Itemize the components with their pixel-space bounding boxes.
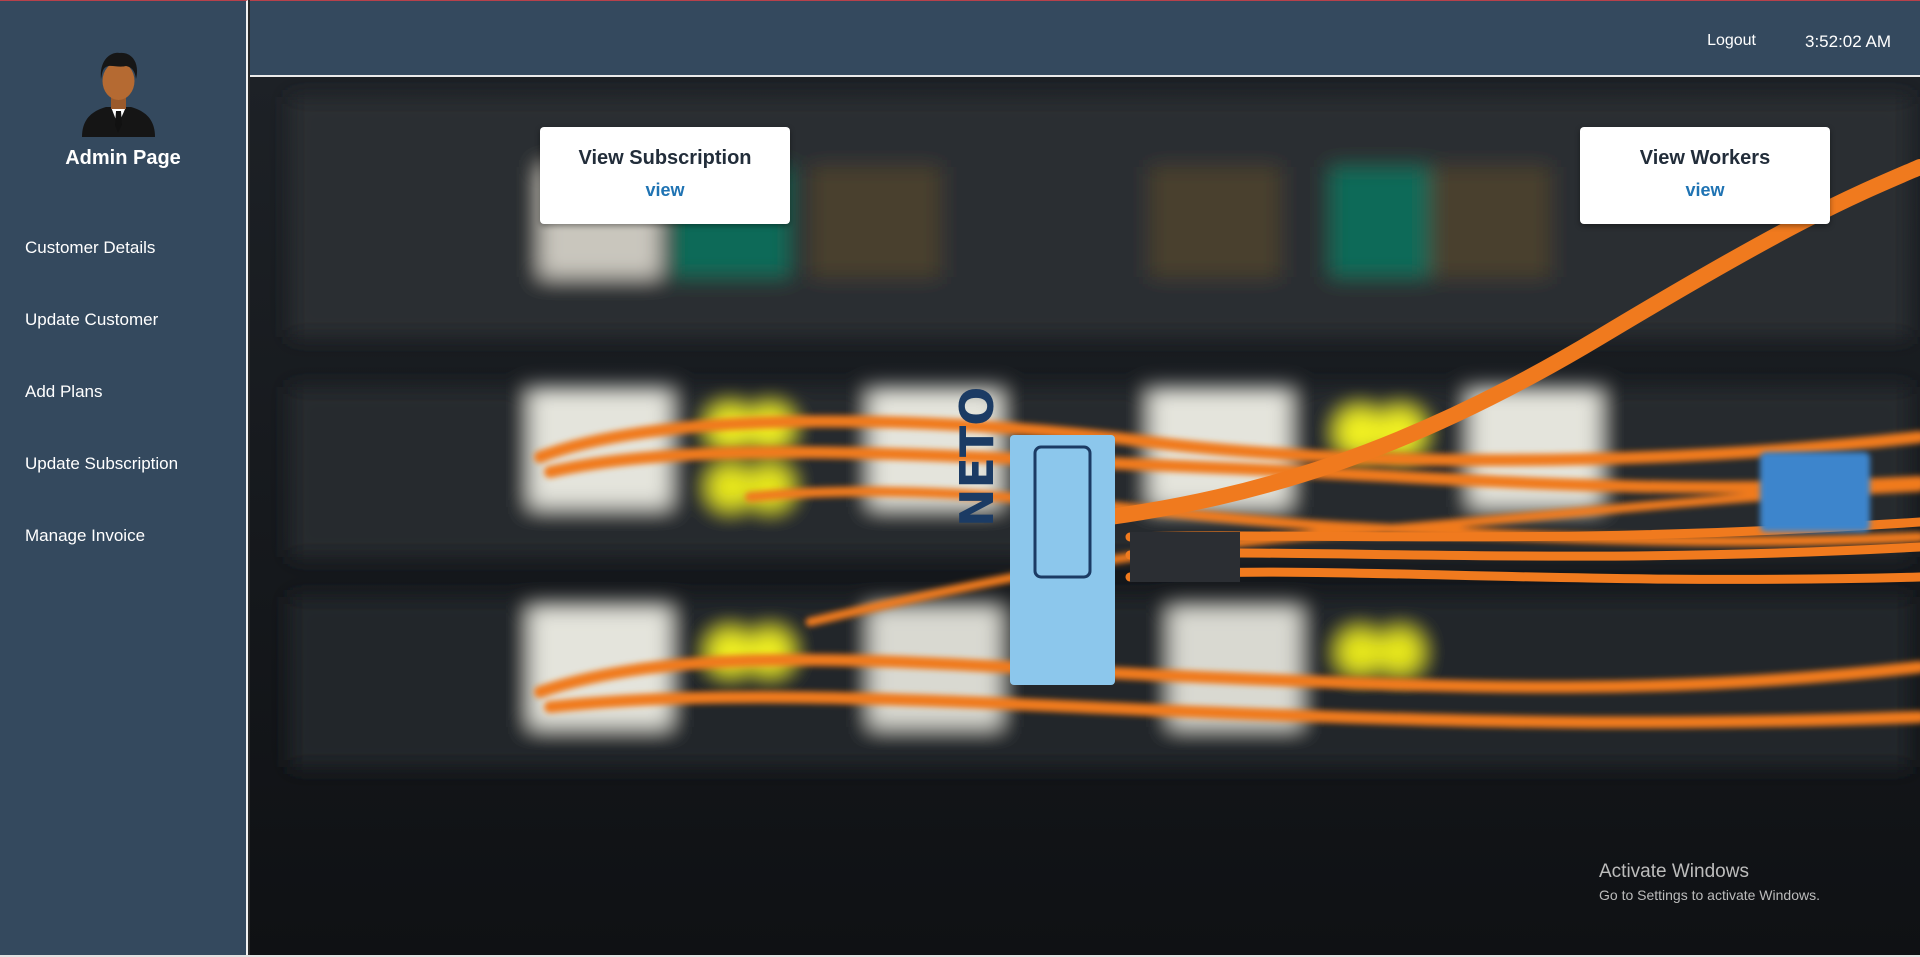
sidebar-item-customer-details[interactable]: Customer Details <box>25 236 178 308</box>
clock-display: 3:52:02 AM <box>1804 32 1891 51</box>
view-subscription-link[interactable]: view <box>645 180 684 201</box>
logout-link[interactable]: Logout <box>1707 32 1756 50</box>
admin-page-title: Admin Page <box>65 147 181 169</box>
sidebar-item-update-subscription[interactable]: Update Subscription <box>25 452 178 524</box>
view-workers-title: View Workers <box>1639 147 1771 169</box>
sidebar-nav: Customer Details Update Customer Add Pla… <box>25 236 178 596</box>
watermark-title: Activate Windows <box>1599 861 1749 882</box>
sidebar-item-add-plans[interactable]: Add Plans <box>25 380 178 452</box>
view-subscription-title: View Subscription <box>578 147 752 169</box>
view-workers-link[interactable]: view <box>1685 180 1724 201</box>
admin-avatar-icon <box>82 52 155 137</box>
sidebar-item-manage-invoice[interactable]: Manage Invoice <box>25 524 178 596</box>
sidebar-item-update-customer[interactable]: Update Customer <box>25 308 178 380</box>
view-workers-card: View Workers view <box>1580 127 1830 224</box>
svg-text:NETO: NETO <box>950 387 1004 527</box>
admin-app: Admin Page Customer Details Update Custo… <box>0 0 1920 957</box>
watermark-subtitle: Go to Settings to activate Windows. <box>1599 887 1820 903</box>
activate-windows-watermark: Activate Windows Go to Settings to activ… <box>1599 861 1820 903</box>
sidebar: Admin Page Customer Details Update Custo… <box>0 0 248 955</box>
top-header: Logout 3:52:02 AM <box>250 0 1920 77</box>
view-subscription-card: View Subscription view <box>540 127 790 224</box>
main-content: NETO View Subscription view View Workers… <box>250 77 1920 955</box>
